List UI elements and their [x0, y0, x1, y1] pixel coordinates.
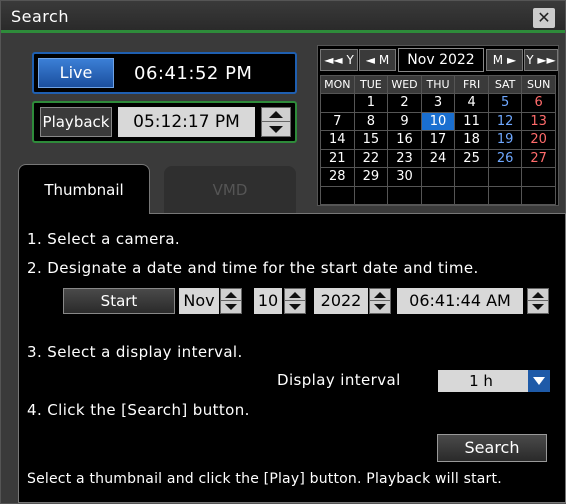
start-time-stepper[interactable] [527, 288, 549, 314]
calendar-day[interactable]: 11 [454, 111, 489, 131]
playback-time-up-icon[interactable] [262, 108, 290, 122]
playback-panel: Playback 05:12:17 PM [32, 101, 297, 143]
live-button[interactable]: Live [38, 58, 114, 88]
calendar-empty-cell [387, 185, 422, 205]
start-day-field[interactable]: 10 [254, 288, 282, 314]
next-year-button[interactable]: Y ►► [524, 49, 558, 71]
start-day-stepper[interactable] [284, 288, 306, 314]
calendar-day[interactable]: 18 [454, 130, 489, 150]
calendar: ◄◄ Y ◄ M Nov 2022 M ► Y ►► MON TUE WED THU F… [317, 45, 559, 206]
display-interval-select[interactable]: 1 h [438, 370, 550, 392]
start-year-stepper[interactable] [369, 288, 391, 314]
start-time-field[interactable]: 06:41:44 AM [397, 288, 523, 314]
calendar-day[interactable]: 27 [521, 148, 556, 168]
calendar-day[interactable]: 21 [320, 148, 355, 168]
calendar-empty-cell [320, 93, 355, 113]
calendar-empty-cell [320, 185, 355, 205]
calendar-day[interactable]: 2 [387, 93, 422, 113]
live-time: 06:41:52 PM [134, 63, 253, 84]
playback-time-stepper[interactable] [261, 107, 291, 137]
weekday-header: MON [320, 75, 355, 94]
start-month-stepper[interactable] [220, 288, 242, 314]
calendar-day[interactable]: 4 [454, 93, 489, 113]
start-button[interactable]: Start [63, 288, 175, 314]
step-3-text: 3. Select a display interval. [27, 343, 243, 361]
footer-hint: Select a thumbnail and click the [Play] … [27, 471, 502, 487]
playback-time-field[interactable]: 05:12:17 PM [118, 107, 255, 137]
calendar-day[interactable]: 12 [487, 111, 523, 131]
window-title: Search [11, 7, 69, 26]
calendar-empty-cell [420, 185, 456, 205]
search-window: Search ✕ Live 06:41:52 PM Playback 05:12… [0, 0, 566, 504]
calendar-day[interactable]: 7 [320, 111, 355, 131]
calendar-empty-cell [521, 185, 556, 205]
title-bar: Search ✕ [1, 1, 565, 33]
start-year-down-icon[interactable] [370, 301, 390, 313]
playback-time-down-icon[interactable] [262, 122, 290, 136]
calendar-day[interactable]: 13 [521, 111, 556, 131]
calendar-day[interactable]: 15 [353, 130, 389, 150]
calendar-empty-cell [454, 167, 489, 187]
calendar-empty-cell [353, 185, 389, 205]
calendar-day[interactable]: 20 [521, 130, 556, 150]
next-month-button[interactable]: M ► [486, 49, 523, 71]
tab-vmd[interactable]: VMD [164, 166, 296, 214]
calendar-empty-cell [454, 185, 489, 205]
playback-button[interactable]: Playback [40, 107, 112, 137]
calendar-day[interactable]: 25 [454, 148, 489, 168]
start-month-down-icon[interactable] [221, 301, 241, 313]
chevron-down-icon[interactable] [528, 370, 550, 392]
close-icon[interactable]: ✕ [533, 8, 555, 28]
calendar-day[interactable]: 19 [487, 130, 523, 150]
display-interval-label: Display interval [277, 371, 401, 389]
thumbnail-panel: 1. Select a camera. 2. Designate a date … [18, 213, 566, 503]
search-button[interactable]: Search [437, 434, 547, 462]
calendar-day[interactable]: 24 [420, 148, 456, 168]
calendar-day[interactable]: 17 [420, 130, 456, 150]
calendar-day[interactable]: 16 [387, 130, 422, 150]
live-panel: Live 06:41:52 PM [32, 52, 297, 94]
calendar-day[interactable]: 9 [387, 111, 422, 131]
weekday-header: TUE [353, 75, 389, 94]
prev-month-button[interactable]: ◄ M [359, 49, 396, 71]
step-4-text: 4. Click the [Search] button. [27, 401, 250, 419]
start-time-up-icon[interactable] [528, 289, 548, 301]
tab-thumbnail[interactable]: Thumbnail [18, 164, 150, 214]
calendar-day[interactable]: 6 [521, 93, 556, 113]
start-month-field[interactable]: Nov [179, 288, 219, 314]
weekday-header: FRI [454, 75, 489, 94]
start-time-down-icon[interactable] [528, 301, 548, 313]
calendar-day[interactable]: 23 [387, 148, 422, 168]
calendar-day[interactable]: 29 [353, 167, 389, 187]
calendar-empty-cell [521, 167, 556, 187]
start-month-up-icon[interactable] [221, 289, 241, 301]
weekday-header: THU [420, 75, 456, 94]
calendar-day[interactable]: 26 [487, 148, 523, 168]
display-interval-value: 1 h [469, 372, 493, 390]
calendar-empty-cell [420, 167, 456, 187]
calendar-day[interactable]: 3 [420, 93, 456, 113]
weekday-header: SUN [521, 75, 556, 94]
calendar-day[interactable]: 8 [353, 111, 389, 131]
step-2-text: 2. Designate a date and time for the sta… [27, 259, 479, 277]
calendar-day[interactable]: 10 [420, 111, 456, 131]
step-1-text: 1. Select a camera. [27, 230, 181, 248]
calendar-day[interactable]: 14 [320, 130, 355, 150]
weekday-header: SAT [487, 75, 523, 94]
calendar-day[interactable]: 22 [353, 148, 389, 168]
calendar-day[interactable]: 5 [487, 93, 523, 113]
start-day-up-icon[interactable] [285, 289, 305, 301]
start-year-field[interactable]: 2022 [314, 288, 368, 314]
prev-year-button[interactable]: ◄◄ Y [320, 49, 358, 71]
calendar-empty-cell [487, 167, 523, 187]
start-day-down-icon[interactable] [285, 301, 305, 313]
calendar-day[interactable]: 1 [353, 93, 389, 113]
calendar-grid: MON TUE WED THU FRI SAT SUN 1 2 3 4 5 6 7 8 9 10 11 12 13 14… [320, 75, 556, 205]
calendar-empty-cell [487, 185, 523, 205]
calendar-month-label: Nov 2022 [398, 48, 484, 72]
calendar-day[interactable]: 28 [320, 167, 355, 187]
calendar-day[interactable]: 30 [387, 167, 422, 187]
start-year-up-icon[interactable] [370, 289, 390, 301]
weekday-header: WED [387, 75, 422, 94]
